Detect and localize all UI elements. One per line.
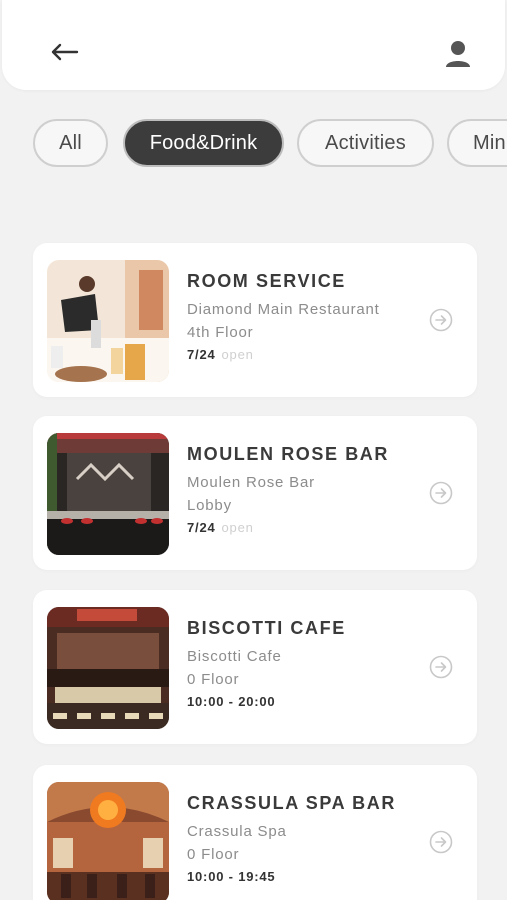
- arrow-right-circle-icon[interactable]: [429, 655, 453, 679]
- venue-image-room-service: [47, 260, 169, 382]
- venue-card-room-service[interactable]: ROOM SERVICE Diamond Main Restaurant 4th…: [33, 243, 477, 397]
- venue-name: MOULEN ROSE BAR: [187, 444, 390, 464]
- filter-chip-min[interactable]: Min: [447, 119, 507, 167]
- venue-name: CRASSULA SPA BAR: [187, 793, 396, 813]
- arrow-right-circle-icon[interactable]: [429, 830, 453, 854]
- venue-location: Crassula Spa: [187, 823, 287, 840]
- arrow-right-circle-icon[interactable]: [429, 308, 453, 332]
- venue-name: BISCOTTI CAFE: [187, 618, 346, 638]
- venue-hours: 10:00 - 19:45: [187, 869, 276, 884]
- venue-hours: 7/24 open: [187, 347, 254, 362]
- venue-floor: 4th Floor: [187, 324, 254, 341]
- venue-status: open: [221, 520, 254, 535]
- user-icon: [446, 41, 470, 67]
- venue-image-crassula-spa-bar: [47, 782, 169, 900]
- venue-floor: 0 Floor: [187, 846, 240, 863]
- venue-hours: 7/24 open: [187, 520, 254, 535]
- arrow-right-circle-icon[interactable]: [429, 481, 453, 505]
- back-button[interactable]: [46, 34, 82, 70]
- venue-location: Diamond Main Restaurant: [187, 301, 380, 318]
- venue-floor: Lobby: [187, 497, 232, 514]
- arrow-left-icon: [51, 43, 79, 61]
- venue-card-moulen-rose-bar[interactable]: MOULEN ROSE BAR Moulen Rose Bar Lobby 7/…: [33, 416, 477, 570]
- profile-button[interactable]: [440, 36, 476, 72]
- filter-chip-all[interactable]: All: [33, 119, 108, 167]
- filter-chip-activities[interactable]: Activities: [297, 119, 434, 167]
- venue-name: ROOM SERVICE: [187, 271, 346, 291]
- venue-card-crassula-spa-bar[interactable]: CRASSULA SPA BAR Crassula Spa 0 Floor 10…: [33, 765, 477, 900]
- venue-hours: 10:00 - 20:00: [187, 694, 276, 709]
- venue-location: Biscotti Cafe: [187, 648, 282, 665]
- category-filter-bar: All Food&Drink Activities Min: [0, 119, 507, 169]
- venue-status: open: [221, 347, 254, 362]
- venue-image-moulen-rose-bar: [47, 433, 169, 555]
- venue-location: Moulen Rose Bar: [187, 474, 315, 491]
- top-bar: [2, 0, 505, 90]
- filter-chip-food-drink[interactable]: Food&Drink: [123, 119, 284, 167]
- venue-image-biscotti-cafe: [47, 607, 169, 729]
- venue-floor: 0 Floor: [187, 671, 240, 688]
- venue-card-biscotti-cafe[interactable]: BISCOTTI CAFE Biscotti Cafe 0 Floor 10:0…: [33, 590, 477, 744]
